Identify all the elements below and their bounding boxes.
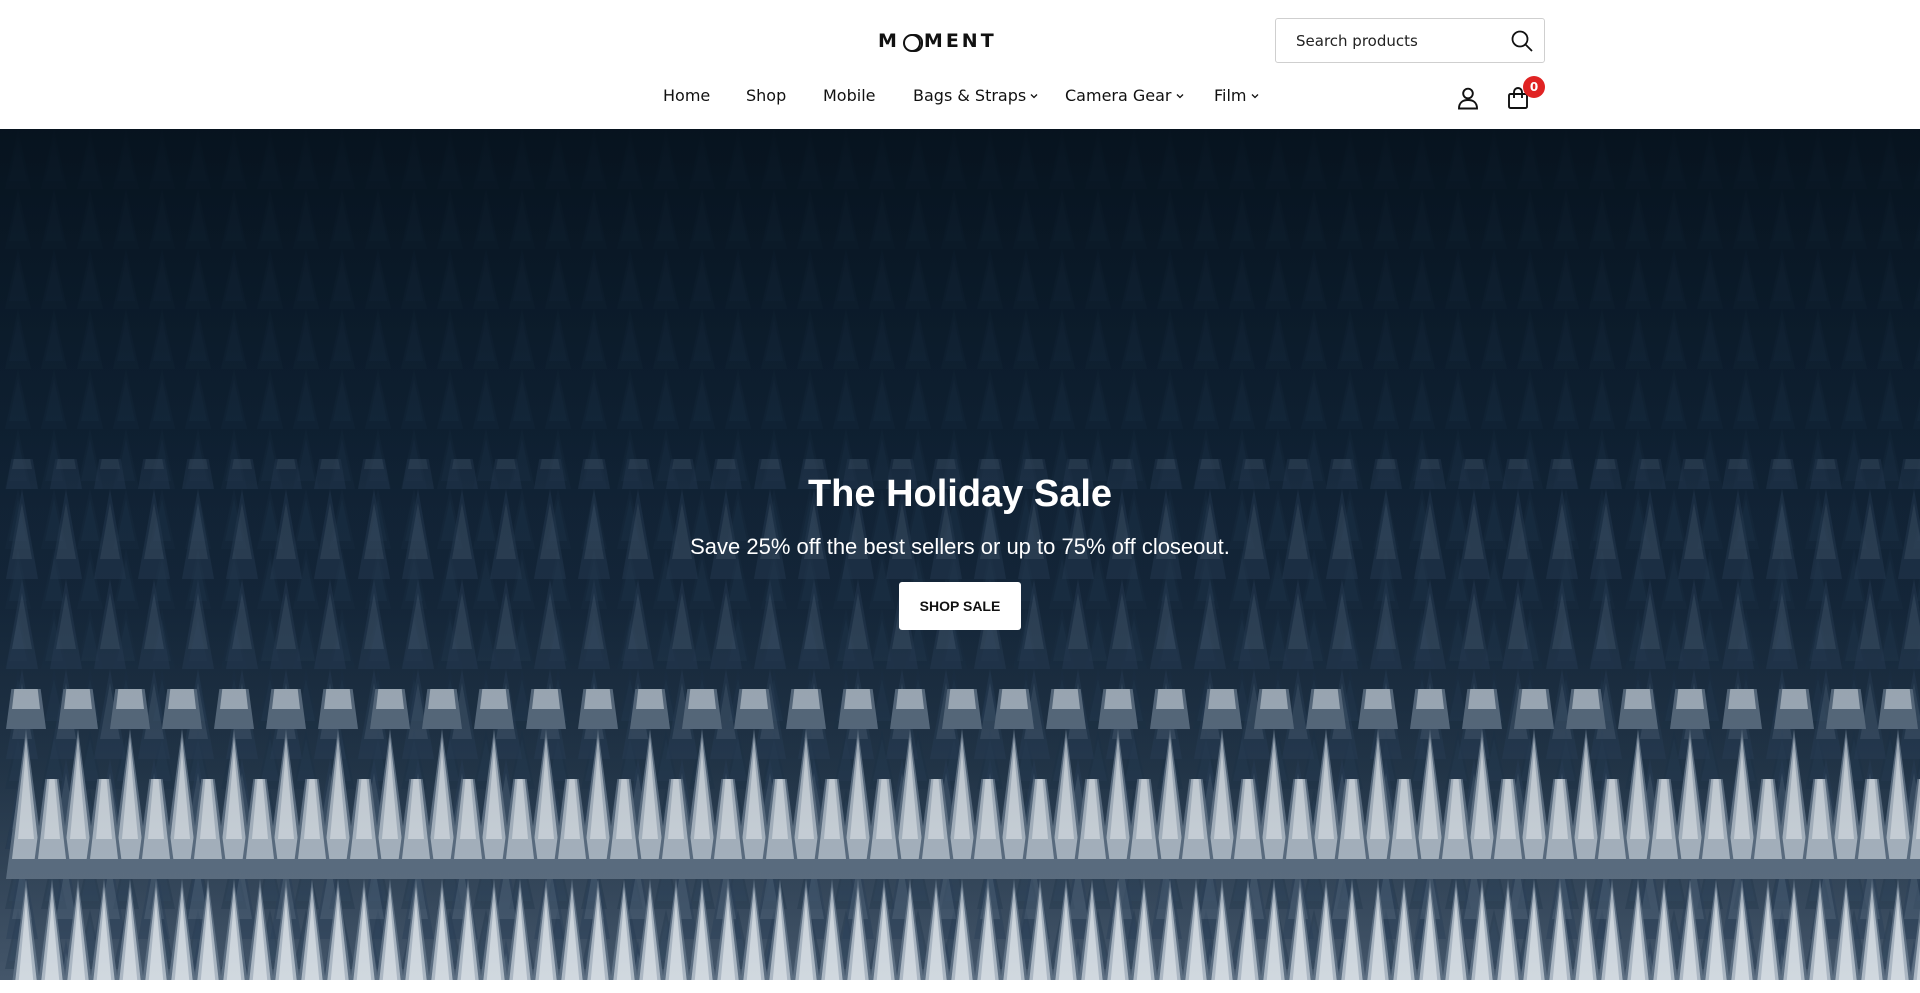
cart-count-badge: 0 [1523, 76, 1545, 98]
site-header: M MENT Home Shop Mobile Bags & Straps Cam… [0, 0, 1920, 129]
shop-sale-button[interactable]: SHOP SALE [899, 582, 1021, 630]
main-nav: Home Shop Mobile Bags & Straps Camera Ge… [0, 80, 1920, 116]
nav-item-shop[interactable]: Shop [746, 86, 786, 105]
user-icon[interactable] [1456, 86, 1480, 110]
nav-item-mobile[interactable]: Mobile [823, 86, 875, 105]
chevron-down-icon [1176, 93, 1183, 98]
hero-subtitle: Save 25% off the best sellers or up to 7… [690, 534, 1230, 559]
nav-label: Film [1214, 86, 1247, 105]
search-icon[interactable] [1510, 29, 1534, 53]
hero-title: The Holiday Sale [807, 473, 1113, 515]
nav-label: Bags & Straps [913, 86, 1027, 105]
search-box [1275, 18, 1545, 63]
chevron-down-icon [1251, 93, 1258, 98]
moment-logo[interactable]: M MENT [878, 29, 997, 53]
chevron-down-icon [1030, 93, 1038, 98]
page-bottom-strip [0, 980, 1920, 993]
nav-item-film[interactable]: Film [1214, 86, 1260, 105]
nav-label: Home [663, 86, 711, 105]
logo-letter-m: M [878, 30, 900, 52]
nav-label: Camera Gear [1065, 86, 1172, 105]
logo-mark-icon [902, 33, 923, 52]
search-input[interactable] [1294, 19, 1504, 62]
hero-banner: The Holiday Sale Save 25% off the best s… [0, 129, 1920, 980]
nav-label: Mobile [823, 86, 876, 105]
logo-letters: MENT [923, 30, 997, 52]
nav-item-home[interactable]: Home [663, 86, 710, 105]
nav-item-bags-straps[interactable]: Bags & Straps [913, 86, 1039, 105]
nav-item-camera-gear[interactable]: Camera Gear [1065, 86, 1185, 105]
nav-label: Shop [746, 86, 787, 105]
